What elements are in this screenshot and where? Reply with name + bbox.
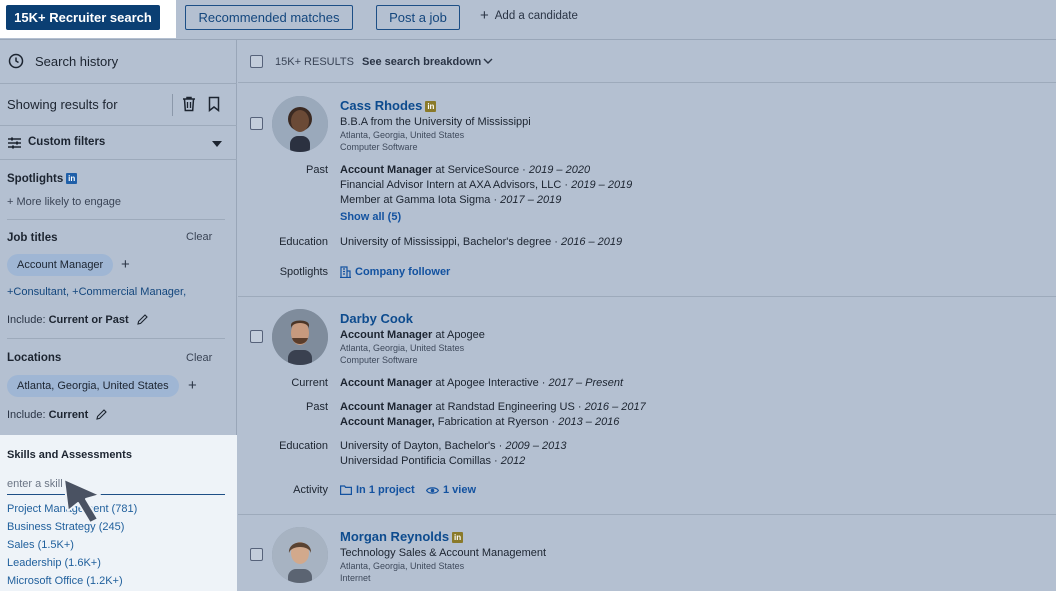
candidate-card: Cass Rhodes in B.B.A from the University … [238,84,1056,297]
mouse-cursor-icon [63,478,101,524]
past-position: Account Manager at Randstad Engineering … [340,401,646,413]
more-likely-filter[interactable]: + More likely to engage [7,196,121,208]
suggestion-commercial-manager[interactable]: +Commercial Manager, [72,286,186,298]
skill-input[interactable] [7,473,225,495]
search-breakdown-button[interactable]: See search breakdown [362,56,481,68]
spotlights-title: Spotlights in [7,173,78,185]
bookmark-icon[interactable] [208,96,220,112]
top-bar: 15K+ Recruiter search Recommended matche… [0,0,1056,40]
results-panel: 15K+ RESULTS See search breakdown Cass R… [238,40,1056,591]
candidate-checkbox[interactable] [250,117,263,130]
candidate-name[interactable]: Darby Cook [340,311,413,326]
post-job-button[interactable]: Post a job [376,5,460,30]
linkedin-icon: in [425,101,437,112]
recommended-matches-button[interactable]: Recommended matches [185,5,353,30]
avatar[interactable] [272,309,328,365]
candidate-location: Atlanta, Georgia, United States [340,561,465,571]
candidate-card: Darby Cook Account Manager at Apogee Atl… [238,297,1056,515]
clock-icon [8,53,24,69]
past-label: Past [305,401,328,413]
candidate-headline: Technology Sales & Account Management [340,547,547,559]
candidate-location: Atlanta, Georgia, United States [340,343,465,353]
divider [172,94,173,116]
locations-title: Locations [7,352,62,364]
pencil-icon[interactable] [96,409,108,420]
showing-results-row: Showing results for [0,84,237,126]
education-entry: University of Dayton, Bachelor's · 2009 … [340,440,567,452]
suggestion-consultant[interactable]: +Consultant, [7,286,69,298]
past-position: Account Manager, Fabrication at Ryerson … [340,416,620,428]
candidate-industry: Computer Software [340,142,418,152]
spotlights-label: Spotlights [279,266,328,278]
past-position: Member at Gamma Iota Sigma · 2017 – 2019 [340,194,562,206]
skill-suggestion[interactable]: Leadership (1.6K+) [7,557,101,569]
plus-icon: + [480,7,489,24]
education-label: Education [279,236,328,248]
company-follower-spotlight[interactable]: Company follower [340,266,450,278]
candidate-headline: B.B.A from the University of Mississippi [340,116,531,128]
results-count: 15K+ RESULTS [275,56,354,68]
chevron-down-icon [483,58,493,64]
custom-filters-row[interactable]: Custom filters [0,126,237,160]
search-history-label: Search history [35,54,119,69]
search-history-row[interactable]: Search history [0,40,237,84]
job-titles-clear[interactable]: Clear [186,231,212,243]
activity-project-link[interactable]: In 1 project [340,484,415,496]
showing-results-label: Showing results for [7,97,118,112]
location-pill[interactable]: Atlanta, Georgia, United States [7,375,179,397]
custom-filters-label: Custom filters [28,136,106,148]
plus-icon[interactable]: + [121,256,130,273]
locations-include: Include: Current [7,409,108,421]
skills-title: Skills and Assessments [7,449,132,461]
candidate-industry: Computer Software [340,355,418,365]
avatar[interactable] [272,527,328,583]
candidate-checkbox[interactable] [250,330,263,343]
candidate-industry: Internet [340,573,371,583]
chevron-down-icon [212,141,222,147]
job-title-suggestions: +Consultant, +Commercial Manager, [7,286,186,298]
show-all-link[interactable]: Show all (5) [340,211,401,223]
recruiter-search-button[interactable]: 15K+ Recruiter search [6,5,160,30]
linkedin-icon: in [66,173,78,184]
skill-suggestion[interactable]: Microsoft Office (1.2K+) [7,575,123,587]
pencil-icon[interactable] [137,314,148,325]
skill-suggestion[interactable]: Sales (1.5K+) [7,539,74,551]
candidate-name[interactable]: Cass Rhodes in [340,98,437,113]
eye-icon [426,486,439,494]
building-icon [340,266,351,278]
candidate-headline: Account Manager at Apogee [340,329,485,341]
folder-icon [340,485,352,495]
education-label: Education [279,440,328,452]
divider [7,219,225,220]
locations-clear[interactable]: Clear [186,352,212,364]
plus-icon[interactable]: + [188,377,197,394]
activity-view-link[interactable]: 1 view [426,484,476,496]
candidate-name[interactable]: Morgan Reynolds in [340,529,464,544]
add-candidate-button[interactable]: + Add a candidate [480,7,578,24]
candidate-location: Atlanta, Georgia, United States [340,130,465,140]
job-title-pill[interactable]: Account Manager [7,254,114,276]
past-position: Financial Advisor Intern at AXA Advisors… [340,179,633,191]
education-entry: University of Mississippi, Bachelor's de… [340,236,623,248]
current-position: Account Manager at Apogee Interactive · … [340,377,624,389]
activity-label: Activity [293,484,328,496]
job-titles-title: Job titles [7,232,58,244]
candidate-card: Morgan Reynolds in Technology Sales & Acc… [238,515,1056,591]
avatar[interactable] [272,96,328,152]
education-entry: Universidad Pontificia Comillas · 2012 [340,455,526,467]
linkedin-icon: in [452,532,464,543]
add-candidate-label: Add a candidate [494,10,578,22]
sliders-icon [8,137,21,149]
candidate-checkbox[interactable] [250,548,263,561]
trash-icon[interactable] [182,96,196,112]
past-label: Past [305,164,328,176]
skills-panel: Skills and Assessments Project Managemen… [0,435,237,591]
select-all-checkbox[interactable] [250,55,263,68]
job-titles-include: Include: Current or Past [7,314,148,326]
past-position: Account Manager at ServiceSource · 2019 … [340,164,591,176]
results-header: 15K+ RESULTS See search breakdown [238,40,1056,83]
divider [7,338,225,339]
current-label: Current [291,377,328,389]
